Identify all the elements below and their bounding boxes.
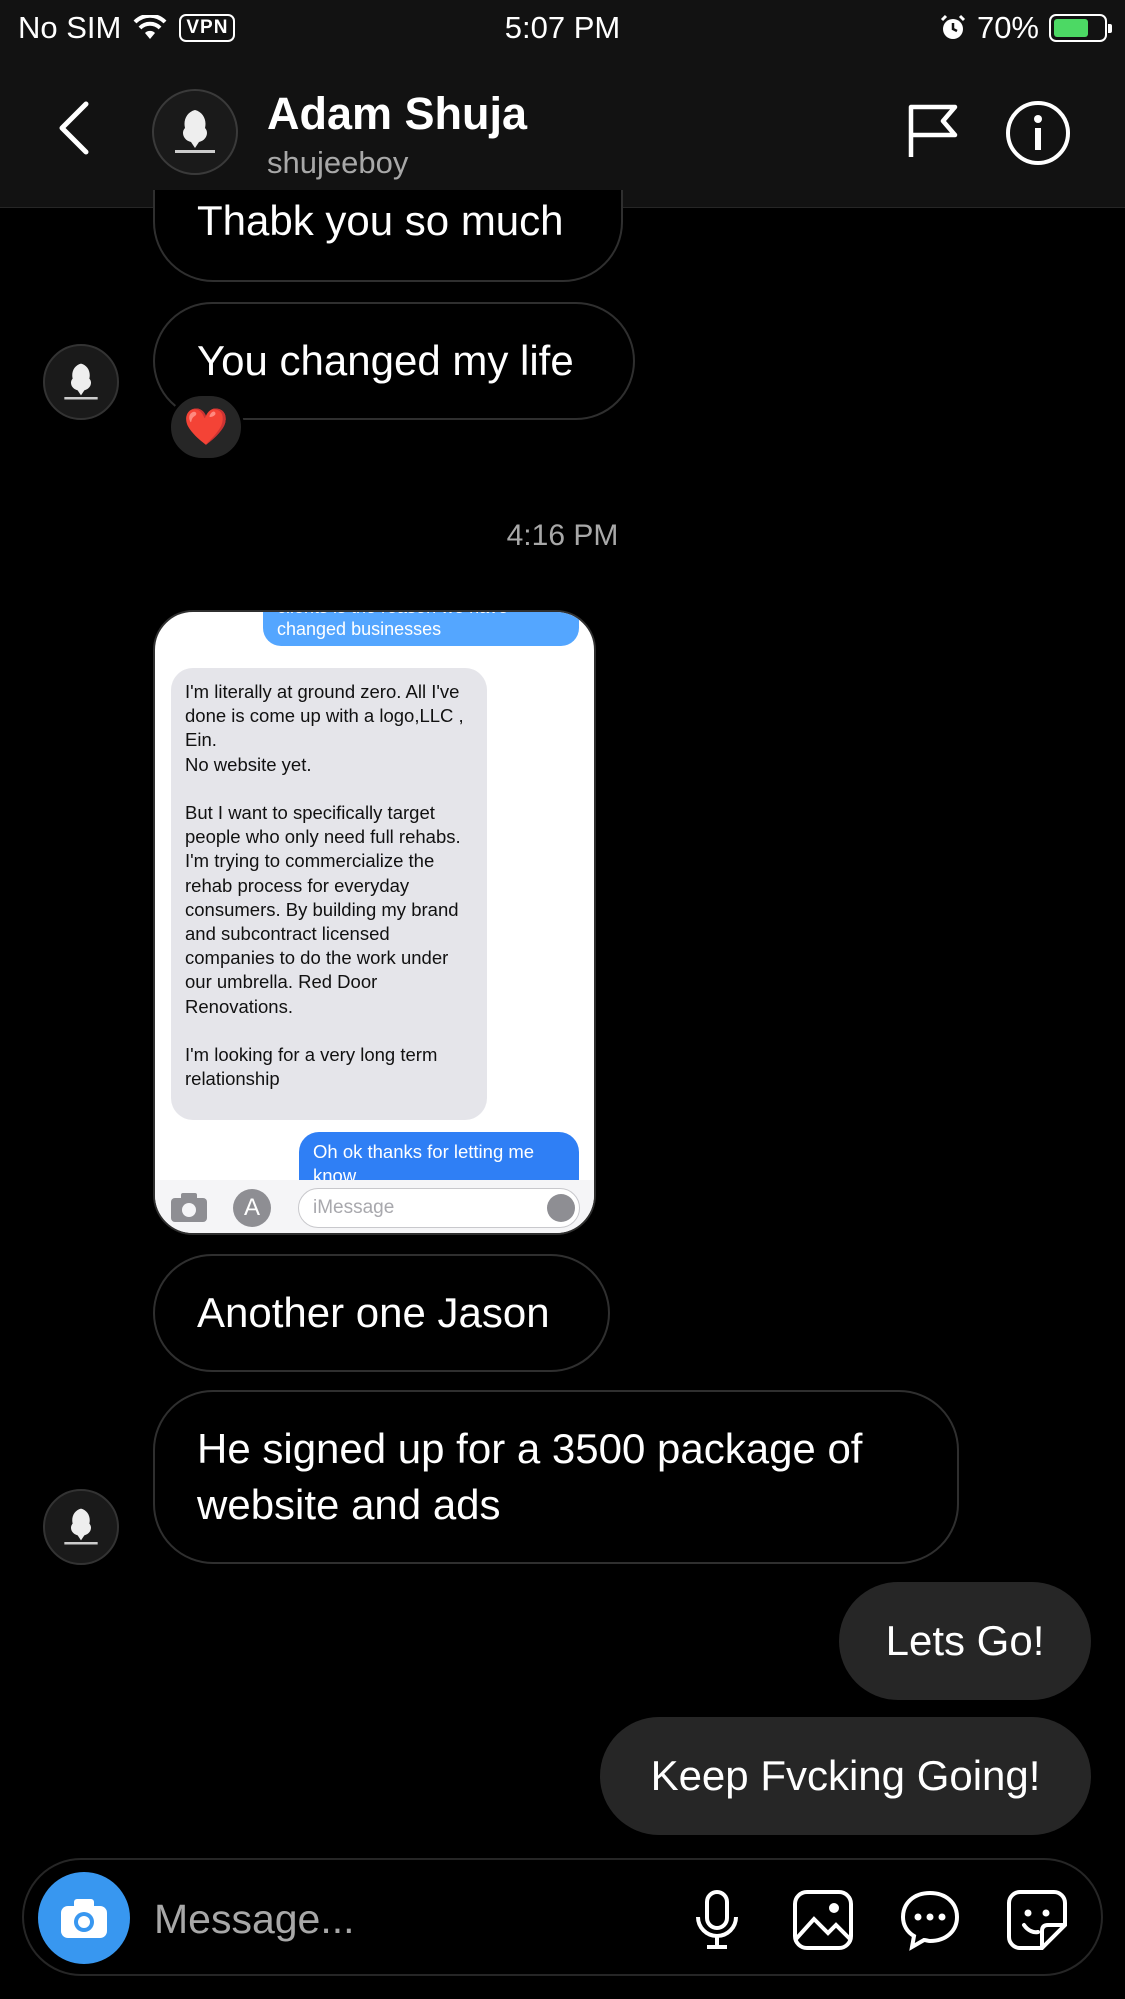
info-icon[interactable] xyxy=(1005,100,1071,166)
lion-logo-icon xyxy=(64,1508,98,1545)
screenshot-incoming-bubble: I'm literally at ground zero. All I've d… xyxy=(171,668,487,1120)
image-icon xyxy=(793,1890,853,1950)
contact-avatar[interactable] xyxy=(152,89,238,175)
timestamp-text: 4:16 PM xyxy=(506,519,619,552)
incoming-message[interactable]: He signed up for a 3500 package of websi… xyxy=(153,1390,959,1564)
contact-username[interactable]: shujeeboy xyxy=(267,145,408,181)
message-composer xyxy=(22,1858,1103,1976)
camera-icon xyxy=(171,1193,207,1222)
image-attachment[interactable]: clients is the reason we have changed bu… xyxy=(153,610,596,1235)
camera-icon xyxy=(61,1899,107,1938)
gallery-button[interactable] xyxy=(790,1887,856,1953)
chat-options-button[interactable] xyxy=(897,1887,963,1953)
message-text: Another one Jason xyxy=(197,1289,550,1336)
status-bar: No SIM VPN 5:07 PM 70% xyxy=(0,0,1125,56)
sticker-button[interactable] xyxy=(1004,1887,1070,1953)
heart-reaction[interactable]: ❤️ xyxy=(168,393,244,461)
microphone-button[interactable] xyxy=(684,1887,750,1953)
message-text: Keep Fvcking Going! xyxy=(650,1752,1041,1799)
lion-logo-icon xyxy=(64,363,98,400)
battery-icon xyxy=(1049,14,1112,42)
imessage-placeholder: iMessage xyxy=(313,1197,395,1218)
outgoing-message[interactable]: Keep Fvcking Going! xyxy=(600,1717,1091,1835)
flag-icon[interactable] xyxy=(905,101,961,161)
contact-name[interactable]: Adam Shuja xyxy=(267,88,527,140)
outgoing-message[interactable]: Lets Go! xyxy=(839,1582,1091,1700)
back-arrow-icon[interactable] xyxy=(50,98,100,158)
message-text: You changed my life xyxy=(197,337,574,384)
incoming-message[interactable]: Thabk you so much xyxy=(153,190,623,282)
message-text: He signed up for a 3500 package of websi… xyxy=(197,1425,863,1528)
chat-bubble-icon xyxy=(900,1890,960,1951)
sender-avatar[interactable] xyxy=(43,1489,119,1565)
alarm-icon xyxy=(940,14,966,39)
app-store-icon: A xyxy=(233,1189,271,1227)
message-input[interactable] xyxy=(154,1890,534,1948)
camera-button[interactable] xyxy=(38,1872,130,1964)
status-right: 70% xyxy=(939,10,1112,46)
battery-percent: 70% xyxy=(976,10,1039,45)
lion-logo-icon xyxy=(175,110,215,153)
sender-avatar[interactable] xyxy=(43,344,119,420)
message-timestamp: 4:16 PM xyxy=(0,519,1125,553)
message-text: Lets Go! xyxy=(885,1617,1045,1664)
screenshot-imessage-field: iMessage xyxy=(298,1188,580,1228)
reaction-emoji: ❤️ xyxy=(183,406,229,447)
microphone-icon xyxy=(696,1890,738,1949)
screenshot-imessage-bar: A iMessage xyxy=(155,1180,594,1233)
sticker-icon xyxy=(1007,1890,1067,1950)
message-text: Thabk you so much xyxy=(197,197,564,244)
mic-icon xyxy=(547,1194,575,1222)
incoming-message[interactable]: Another one Jason xyxy=(153,1254,610,1372)
screenshot-outgoing-bubble: clients is the reason we have changed bu… xyxy=(263,612,579,646)
chat-header: Adam Shuja shujeeboy xyxy=(0,56,1125,208)
